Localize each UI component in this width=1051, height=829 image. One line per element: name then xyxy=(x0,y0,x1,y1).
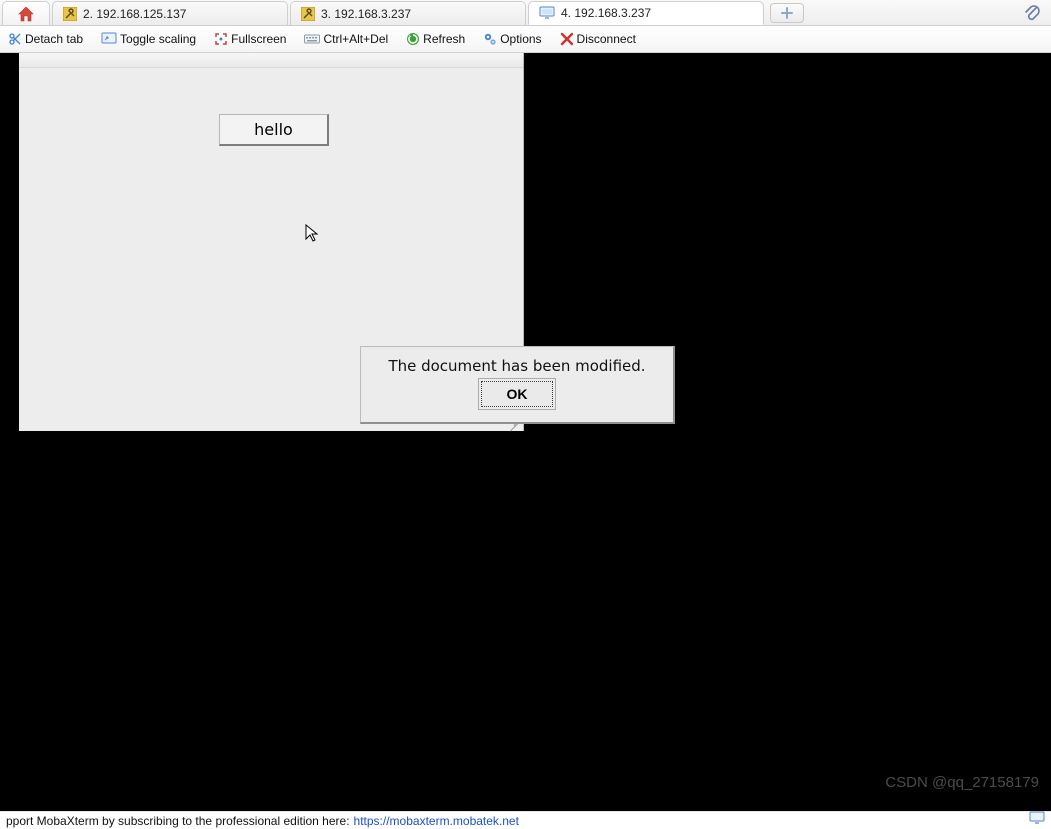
tab-label: 4. 192.168.3.237 xyxy=(561,6,651,20)
cursor-icon xyxy=(305,224,321,247)
session-tab-2[interactable]: 2. 192.168.125.137 xyxy=(52,1,288,25)
toolbar-label: Options xyxy=(500,32,541,46)
detach-tab-button[interactable]: Detach tab xyxy=(6,30,85,48)
toolbar-label: Toggle scaling xyxy=(120,32,196,46)
keyboard-icon xyxy=(304,33,320,45)
monitor-icon xyxy=(539,6,555,20)
new-tab-button[interactable] xyxy=(770,3,804,23)
status-link[interactable]: https://mobaxterm.mobatek.net xyxy=(354,814,519,828)
plus-icon xyxy=(780,6,794,20)
home-icon xyxy=(17,6,35,22)
gear-icon xyxy=(483,32,497,46)
toolbar-label: Fullscreen xyxy=(231,32,286,46)
disconnect-button[interactable]: Disconnect xyxy=(558,30,638,48)
watermark-text: CSDN @qq_27158179 xyxy=(885,774,1039,791)
home-tab[interactable] xyxy=(2,1,50,25)
fullscreen-icon xyxy=(214,32,228,46)
ok-button[interactable]: OK xyxy=(481,381,553,407)
ctrl-alt-del-button[interactable]: Ctrl+Alt+Del xyxy=(302,30,390,48)
tab-label: 2. 192.168.125.137 xyxy=(83,7,186,21)
wrench-icon xyxy=(63,7,77,21)
session-tab-4-active[interactable]: 4. 192.168.3.237 xyxy=(528,1,764,25)
monitor-scale-icon xyxy=(101,32,117,46)
toggle-scaling-button[interactable]: Toggle scaling xyxy=(99,30,198,48)
refresh-button[interactable]: Refresh xyxy=(404,30,467,48)
dialog-message: The document has been modified. xyxy=(361,347,673,381)
hello-button[interactable]: hello xyxy=(219,114,329,146)
scissors-icon xyxy=(8,32,22,46)
remote-window-titlebar[interactable] xyxy=(19,53,523,68)
options-button[interactable]: Options xyxy=(481,30,543,48)
status-text: pport MobaXterm by subscribing to the pr… xyxy=(6,814,350,828)
message-dialog: The document has been modified. OK xyxy=(360,346,675,424)
refresh-icon xyxy=(406,32,420,46)
status-monitor-icon[interactable] xyxy=(1029,811,1045,828)
paperclip-icon[interactable] xyxy=(1023,4,1041,29)
session-toolbar: Detach tab Toggle scaling Fullscreen Ctr… xyxy=(0,26,1051,53)
tab-bar: 2. 192.168.125.137 3. 192.168.3.237 4. 1… xyxy=(0,0,1051,26)
tab-label: 3. 192.168.3.237 xyxy=(321,7,411,21)
remote-viewport[interactable]: hello The document has been modified. OK… xyxy=(0,53,1051,811)
close-icon xyxy=(560,32,574,46)
wrench-icon xyxy=(301,7,315,21)
toolbar-label: Detach tab xyxy=(25,32,83,46)
app-root: 2. 192.168.125.137 3. 192.168.3.237 4. 1… xyxy=(0,0,1051,829)
toolbar-label: Ctrl+Alt+Del xyxy=(323,32,388,46)
dialog-actions: OK xyxy=(361,381,673,407)
session-tab-3[interactable]: 3. 192.168.3.237 xyxy=(290,1,526,25)
fullscreen-button[interactable]: Fullscreen xyxy=(212,30,288,48)
status-bar: pport MobaXterm by subscribing to the pr… xyxy=(0,811,1051,829)
toolbar-label: Disconnect xyxy=(577,32,636,46)
toolbar-label: Refresh xyxy=(423,32,465,46)
